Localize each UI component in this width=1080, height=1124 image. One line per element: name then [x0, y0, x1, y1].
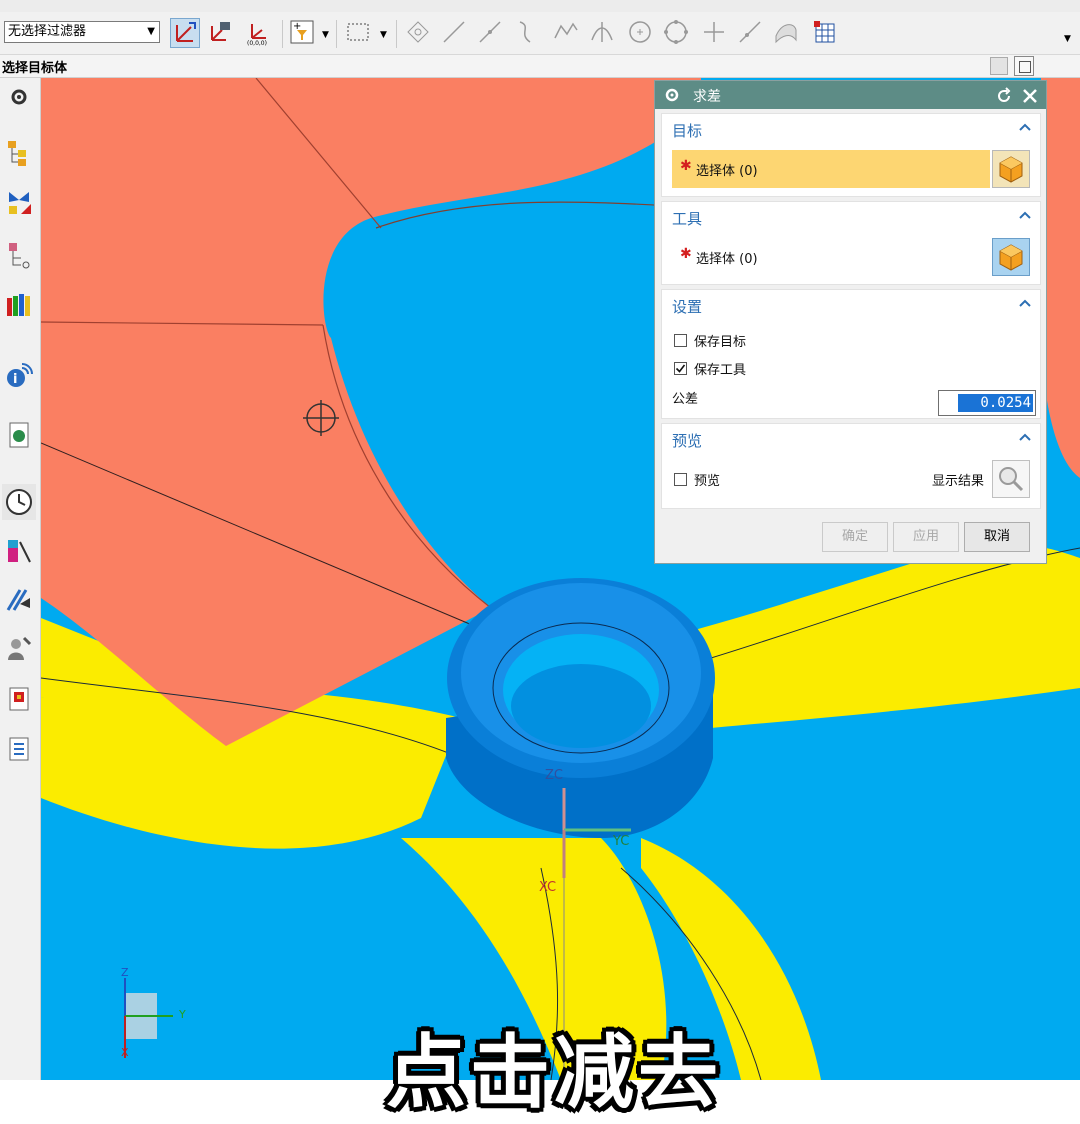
target-select-body-row[interactable]: ✱ 选择体 (0) — [672, 150, 990, 188]
preview-checkbox[interactable] — [674, 473, 687, 486]
info-icon[interactable]: i — [4, 360, 34, 390]
tool-select-body-button[interactable] — [992, 238, 1030, 276]
ok-button[interactable]: 确定 — [822, 522, 888, 552]
chevron-down-icon: ▼ — [147, 26, 155, 37]
triad-x-label: X — [121, 1046, 129, 1059]
collapse-chevron-icon[interactable] — [1018, 122, 1032, 132]
keep-target-checkbox[interactable] — [674, 334, 687, 347]
preview-section: 预览 预览 显示结果 — [661, 423, 1041, 509]
cue-line-text: 选择目标体 — [2, 61, 68, 76]
part-navigator-icon[interactable] — [4, 240, 34, 270]
preview-section-header: 预览 — [672, 432, 703, 450]
tolerance-label: 公差 — [672, 392, 699, 407]
selection-priority-icon[interactable] — [990, 57, 1008, 75]
rectangle-select-icon[interactable] — [344, 18, 374, 48]
dialog-title: 求差 — [693, 89, 721, 105]
journal-icon[interactable] — [4, 734, 34, 764]
select-csys-icon[interactable] — [170, 18, 200, 48]
dialog-title-bar: 求差 — [655, 81, 1046, 109]
manufacturing-wizard-icon[interactable] — [4, 584, 34, 614]
subtract-dialog: 求差 目标 ✱ 选择体 (0) 工具 ✱ 选择体 (0) 设置 保存目标 保存工… — [654, 80, 1047, 564]
snap-intersection-icon[interactable] — [588, 18, 618, 48]
triad-z-label: Z — [121, 966, 129, 979]
tool-select-body-row[interactable]: ✱ 选择体 (0) — [672, 238, 990, 276]
chevron-down-icon[interactable]: ▼ — [380, 30, 387, 40]
selection-toolbar: 无选择过滤器 ▼ (0,0,0) + ▼ ▼ ▼ — [0, 12, 1080, 55]
video-caption: 点击减去 — [386, 1026, 722, 1119]
system-visualization-icon[interactable] — [4, 684, 34, 714]
target-select-body-label: 选择体 (0) — [696, 164, 758, 179]
snap-quadrant-icon[interactable] — [662, 18, 692, 48]
gear-icon[interactable] — [663, 86, 681, 104]
magnifier-icon — [999, 467, 1024, 492]
tool-select-body-label: 选择体 (0) — [696, 252, 758, 267]
history-clock-icon[interactable] — [2, 484, 36, 520]
show-result-label: 显示结果 — [932, 474, 985, 489]
roles-icon[interactable] — [4, 634, 34, 664]
wcs-z-label: ZC — [545, 768, 563, 783]
apply-button[interactable]: 应用 — [893, 522, 959, 552]
svg-text:(0,0,0): (0,0,0) — [247, 40, 267, 46]
svg-text:+: + — [293, 21, 301, 32]
snap-grid-icon[interactable] — [810, 18, 840, 48]
selection-filter-dropdown[interactable]: 无选择过滤器 ▼ — [4, 21, 160, 43]
collapse-chevron-icon[interactable] — [1018, 432, 1032, 442]
reuse-library-icon[interactable] — [4, 290, 34, 320]
selection-filter-value: 无选择过滤器 — [8, 24, 87, 39]
snap-points-icon[interactable] — [404, 18, 434, 48]
collapse-chevron-icon[interactable] — [1018, 210, 1032, 220]
constraint-navigator-icon[interactable] — [4, 188, 34, 218]
process-studio-icon[interactable] — [4, 536, 34, 566]
svg-text:i: i — [13, 372, 17, 387]
target-section: 目标 ✱ 选择体 (0) — [661, 113, 1041, 197]
target-select-body-button[interactable] — [992, 150, 1030, 188]
target-section-header: 目标 — [672, 122, 703, 140]
resource-bar: i — [0, 78, 41, 1080]
tool-section-header: 工具 — [672, 210, 703, 228]
wcs-y-label: YC — [613, 834, 630, 849]
chevron-down-icon[interactable]: ▼ — [322, 30, 329, 40]
cue-line: 选择目标体 — [0, 55, 1080, 78]
keep-tool-label: 保存工具 — [694, 363, 747, 378]
snap-point-on-curve-icon[interactable] — [736, 18, 766, 48]
restore-window-icon[interactable] — [1014, 56, 1034, 76]
snap-existing-point-icon[interactable] — [700, 18, 730, 48]
collapse-chevron-icon[interactable] — [1018, 298, 1032, 308]
preview-label: 预览 — [694, 474, 721, 489]
tolerance-value: 0.0254 — [958, 394, 1033, 412]
snap-midpoint-icon[interactable] — [476, 18, 506, 48]
snap-arc-center-icon[interactable] — [626, 18, 656, 48]
snap-control-icon[interactable] — [512, 18, 542, 48]
title-strip — [0, 0, 1080, 12]
keep-tool-checkbox[interactable] — [674, 362, 687, 375]
gear-icon[interactable] — [4, 82, 34, 112]
solid-body-icon — [999, 156, 1023, 183]
keep-target-label: 保存目标 — [694, 335, 747, 350]
absolute-origin-icon[interactable]: (0,0,0) — [244, 18, 274, 48]
required-asterisk: ✱ — [680, 246, 692, 262]
reset-icon[interactable] — [995, 87, 1013, 105]
snap-endpoint-icon[interactable] — [440, 18, 470, 48]
show-result-button[interactable] — [992, 460, 1030, 498]
cancel-button[interactable]: 取消 — [964, 522, 1030, 552]
snap-point-on-surface-icon[interactable] — [772, 18, 802, 48]
wcs-x-label: XC — [539, 880, 557, 895]
assembly-navigator-icon[interactable] — [4, 138, 34, 168]
solid-body-icon — [999, 244, 1023, 271]
tool-section: 工具 ✱ 选择体 (0) — [661, 201, 1041, 285]
toolbar-overflow-chevron-icon[interactable]: ▼ — [1064, 34, 1071, 44]
triad-y-label: Y — [179, 1008, 186, 1021]
web-browser-icon[interactable] — [4, 420, 34, 450]
settings-section-header: 设置 — [672, 298, 703, 316]
tolerance-input[interactable]: 0.0254 — [938, 390, 1036, 416]
csys-icon[interactable] — [206, 18, 236, 48]
required-asterisk: ✱ — [680, 158, 692, 174]
checkmark-icon — [675, 364, 686, 373]
close-icon[interactable] — [1021, 87, 1039, 105]
add-filter-icon[interactable]: + — [288, 18, 318, 48]
snap-spline-icon[interactable] — [552, 18, 582, 48]
settings-section: 设置 保存目标 保存工具 公差 0.0254 — [661, 289, 1041, 419]
